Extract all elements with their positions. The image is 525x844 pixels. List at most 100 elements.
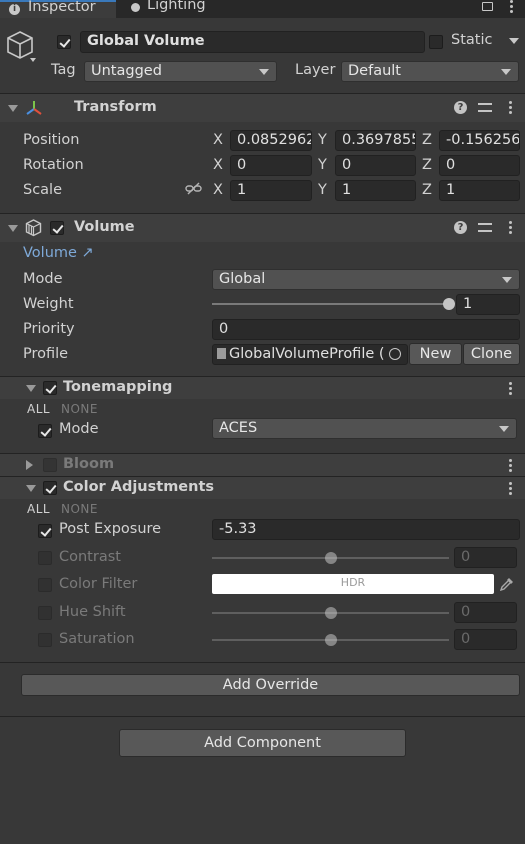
add-component-button[interactable]: Add Component [119, 729, 406, 757]
tag-label: Tag [51, 62, 76, 78]
transform-header[interactable]: Transform ? [0, 93, 525, 122]
layer-dropdown[interactable]: Default [341, 61, 519, 82]
tonemapping-mode-override-checkbox[interactable] [38, 424, 52, 438]
volume-docs-link[interactable]: Volume ↗ [23, 245, 94, 261]
override-menu-icon[interactable] [509, 382, 512, 397]
divider [0, 716, 525, 717]
color-adjustments-none-button[interactable]: NONE [61, 502, 98, 516]
foldout-expanded-icon [8, 225, 18, 232]
saturation-field[interactable]: 0 [454, 629, 517, 650]
tonemapping-none-button[interactable]: NONE [61, 402, 98, 416]
mode-dropdown[interactable]: Global [212, 269, 520, 290]
profile-field[interactable]: GlobalVolumeProfile ( [212, 344, 408, 365]
contrast-slider-handle[interactable] [324, 552, 337, 564]
scale-y-field[interactable]: 1 [335, 180, 416, 201]
color-filter-hdr-label: HDR [340, 576, 366, 589]
tag-dropdown[interactable]: Untagged [84, 61, 277, 82]
color-filter-swatch[interactable]: HDR [212, 574, 494, 594]
volume-enabled-checkbox[interactable] [50, 221, 64, 235]
weight-slider-track[interactable] [212, 303, 449, 305]
bloom-enabled-checkbox[interactable] [43, 458, 57, 472]
volume-header[interactable]: Volume ? [0, 213, 525, 242]
static-checkbox[interactable] [429, 35, 443, 49]
help-icon[interactable]: ? [454, 101, 467, 114]
weight-label: Weight [23, 296, 74, 312]
rotation-z-field[interactable]: 0 [439, 155, 520, 176]
lock-icon[interactable] [482, 2, 493, 11]
position-z-field[interactable]: -0.156256 [439, 130, 520, 151]
hue-shift-label: Hue Shift [59, 604, 126, 620]
position-y-label[interactable]: Y [318, 132, 327, 148]
hue-shift-override-checkbox[interactable] [38, 606, 52, 620]
scale-x-field[interactable]: 1 [230, 180, 312, 201]
tab-lighting[interactable]: Lighting [118, 0, 238, 18]
volume-icon [25, 219, 42, 237]
gameobject-icon[interactable] [6, 30, 36, 62]
post-exposure-field[interactable]: -5.33 [212, 519, 520, 540]
position-y-field[interactable]: 0.3697855 [335, 130, 416, 151]
presets-icon[interactable] [478, 102, 492, 114]
presets-icon[interactable] [478, 222, 492, 234]
profile-clone-button[interactable]: Clone [463, 343, 520, 365]
tonemapping-all-button[interactable]: ALL [27, 402, 50, 416]
constrain-proportions-icon[interactable] [185, 182, 202, 196]
rotation-x-label[interactable]: X [213, 157, 223, 173]
foldout-collapsed-icon [26, 460, 33, 470]
object-picker-icon[interactable] [389, 348, 401, 360]
override-menu-icon[interactable] [509, 459, 512, 474]
eyedropper-icon[interactable] [499, 577, 514, 592]
static-label: Static [451, 32, 493, 48]
hue-shift-slider-handle[interactable] [324, 607, 337, 619]
object-name-input[interactable]: Global Volume [80, 31, 425, 53]
scale-z-field[interactable]: 1 [439, 180, 520, 201]
position-z-label[interactable]: Z [422, 132, 432, 148]
weight-field[interactable]: 1 [456, 294, 520, 315]
tab-inspector[interactable]: i Inspector [0, 0, 116, 18]
help-icon[interactable]: ? [454, 221, 467, 234]
tonemapping-header[interactable]: Tonemapping [0, 376, 525, 399]
tonemapping-mode-dropdown[interactable]: ACES [212, 418, 517, 439]
weight-slider-handle[interactable] [443, 298, 455, 310]
bloom-header[interactable]: Bloom [0, 453, 525, 477]
position-label: Position [23, 132, 80, 148]
profile-value: GlobalVolumeProfile ( [229, 346, 385, 362]
color-adjustments-all-button[interactable]: ALL [27, 502, 50, 516]
tag-value: Untagged [91, 63, 162, 79]
object-enabled-checkbox[interactable] [57, 35, 71, 49]
component-menu-icon[interactable] [509, 101, 512, 116]
color-adjustments-header[interactable]: Color Adjustments [0, 476, 525, 499]
scale-z-label[interactable]: Z [422, 182, 432, 198]
saturation-override-checkbox[interactable] [38, 633, 52, 647]
post-exposure-override-checkbox[interactable] [38, 524, 52, 538]
override-menu-icon[interactable] [509, 482, 512, 497]
profile-asset-icon [217, 348, 226, 359]
priority-field[interactable]: 0 [212, 319, 520, 340]
contrast-override-checkbox[interactable] [38, 551, 52, 565]
position-x-label[interactable]: X [213, 132, 223, 148]
tonemapping-enabled-checkbox[interactable] [43, 381, 57, 395]
saturation-slider-handle[interactable] [324, 634, 337, 646]
chevron-down-icon [259, 69, 269, 75]
profile-label: Profile [23, 346, 69, 362]
bulb-icon [131, 3, 140, 12]
chevron-down-icon [502, 277, 512, 283]
tab-lighting-label: Lighting [147, 0, 206, 13]
profile-new-button[interactable]: New [409, 343, 462, 365]
foldout-expanded-icon [26, 385, 36, 392]
color-filter-override-checkbox[interactable] [38, 578, 52, 592]
scale-y-label[interactable]: Y [318, 182, 327, 198]
rotation-y-field[interactable]: 0 [335, 155, 416, 176]
contrast-field[interactable]: 0 [454, 547, 517, 568]
rotation-z-label[interactable]: Z [422, 157, 432, 173]
component-menu-icon[interactable] [509, 221, 512, 236]
color-adjustments-enabled-checkbox[interactable] [43, 481, 57, 495]
tab-inspector-label: Inspector [28, 0, 96, 15]
hue-shift-field[interactable]: 0 [454, 602, 517, 623]
position-x-field[interactable]: 0.0852962 [230, 130, 312, 151]
add-override-button[interactable]: Add Override [21, 674, 520, 696]
tab-menu-icon[interactable] [510, 0, 513, 15]
static-dropdown-icon[interactable] [509, 38, 519, 44]
scale-x-label[interactable]: X [213, 182, 223, 198]
rotation-x-field[interactable]: 0 [230, 155, 312, 176]
rotation-y-label[interactable]: Y [318, 157, 327, 173]
